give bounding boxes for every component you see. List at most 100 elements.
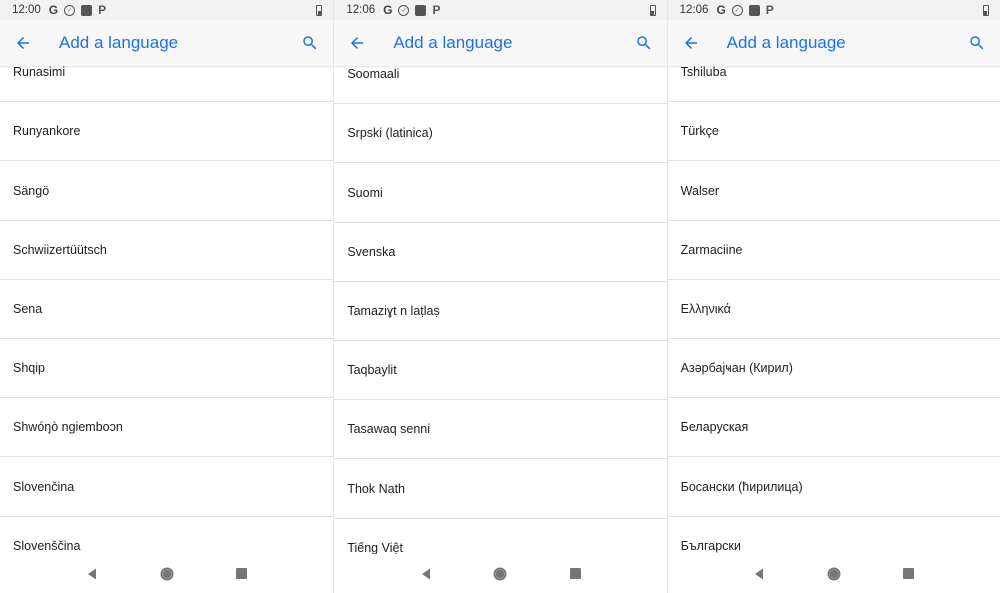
language-item[interactable]: Беларуская [667,398,1000,457]
language-item[interactable]: Taqbaylit [334,341,667,400]
language-item[interactable]: Ελληνικά [667,280,1000,339]
language-list: Tshiluba Türkçe Walser Zarmaciine Ελληνι… [667,43,1000,576]
back-arrow-icon [351,37,364,49]
language-item[interactable]: Srpski (latinica) [334,104,667,163]
recents-square-icon [569,568,581,579]
language-item[interactable]: Shqip [0,339,334,398]
language-label: Sena [13,302,43,316]
language-item[interactable]: Türkçe [667,102,1000,161]
language-item[interactable]: Азәрбајҹан (Кирил) [667,339,1000,398]
nav-recents-button[interactable] [560,559,590,589]
language-label: Tiếng Việt [347,541,403,555]
status-bar: 12:06 G ✓ P [334,0,667,20]
google-icon: G [48,3,59,17]
phone-screen-2: 12:06 G ✓ P Add a language Soomaali Srps… [333,0,667,593]
nav-recents-button[interactable] [894,559,924,589]
navigation-bar [334,554,667,593]
language-item[interactable]: Tasawaq senni [334,400,667,459]
language-item[interactable]: Svenska [334,223,667,282]
page-title: Add a language [59,33,179,52]
nav-home-button[interactable] [485,559,515,589]
language-item[interactable]: Shwóŋò ngiemboɔn [0,398,334,457]
google-icon: G [716,3,726,17]
language-item[interactable]: Thok Nath [334,459,667,519]
home-circle-icon [493,567,507,580]
back-button[interactable] [334,20,380,66]
app-bar: Add a language [667,20,1000,66]
back-button[interactable] [0,20,46,66]
p-icon: P [432,3,441,17]
language-label: Sängö [13,183,50,198]
back-arrow-icon [17,37,29,49]
language-label: Srpski (latinica) [347,126,433,140]
nav-back-button[interactable] [77,559,107,589]
back-triangle-icon [421,568,430,579]
app-bar: Add a language [334,20,667,66]
recents-square-icon [903,568,915,579]
square-icon [748,4,760,16]
language-label: Tamaziɣt n laṭlaṣ [347,304,440,318]
search-button[interactable] [293,20,327,66]
recents-square-icon [236,568,248,579]
phone-screen-1: 12:00 G ✓ P Add a language Runasimi Runy… [0,0,334,593]
language-item[interactable]: Sena [0,280,334,339]
search-button[interactable] [960,20,994,66]
search-icon [636,36,651,50]
search-button[interactable] [627,20,661,66]
language-label: Български [680,539,741,553]
language-label: Runasimi [13,65,66,79]
nav-back-button[interactable] [744,559,774,589]
language-label: Slovenščina [13,539,81,553]
p-icon: P [98,3,107,17]
nav-recents-button[interactable] [227,559,257,589]
language-label: Runyankore [13,124,81,138]
status-time: 12:00 [12,4,41,16]
language-label: Thok Nath [347,481,405,496]
language-item[interactable]: Tamaziɣt n laṭlaṣ [334,282,667,341]
google-icon: G [383,3,393,17]
back-arrow-icon [684,37,697,49]
language-label: Shwóŋò ngiemboɔn [13,420,123,434]
home-circle-icon [827,567,841,580]
language-item[interactable]: Suomi [334,163,667,223]
language-label: Türkçe [680,124,719,138]
status-bar: 12:06 G ✓ P [667,0,1000,20]
language-label: Азәрбајҹан (Кирил) [680,361,793,375]
square-icon [81,4,93,16]
language-list: Runasimi Runyankore Sängö Schwiizertüüts… [0,43,334,576]
language-label: Taqbaylit [347,363,397,377]
language-label: Zarmaciine [680,243,743,257]
back-triangle-icon [87,568,96,579]
language-item[interactable]: Walser [667,161,1000,221]
language-item[interactable]: Sängö [0,161,334,221]
p-icon: P [765,3,774,17]
square-icon [415,4,427,16]
language-list: Soomaali Srpski (latinica) Suomi Svenska… [334,45,667,578]
back-button[interactable] [668,20,714,66]
battery-icon [316,5,323,16]
home-circle-icon [160,567,174,580]
nav-back-button[interactable] [411,559,441,589]
language-label: Soomaali [347,67,400,81]
page-title: Add a language [393,33,513,52]
language-label: Svenska [347,245,396,259]
nav-home-button[interactable] [819,559,849,589]
language-item[interactable]: Slovenčina [0,457,334,517]
language-item[interactable]: Runyankore [0,102,334,161]
phone-screen-3: 12:06 G ✓ P Add a language Tshiluba Türk… [666,0,1000,593]
language-item[interactable]: Zarmaciine [667,221,1000,280]
nav-home-button[interactable] [152,559,182,589]
screens-container: 12:00 G ✓ P Add a language Runasimi Runy… [0,0,1000,593]
battery-icon [982,5,989,16]
status-time: 12:06 [679,4,709,16]
language-item[interactable]: Schwiizertüütsch [0,221,334,280]
language-item[interactable]: Босански (ћирилица) [667,457,1000,517]
language-label: Босански (ћирилица) [680,479,803,494]
language-label: Tasawaq senni [347,422,431,436]
circle-icon: ✓ [398,4,410,16]
status-time: 12:06 [346,4,376,16]
language-label: Shqip [13,361,45,375]
search-icon [303,36,317,50]
back-triangle-icon [755,568,764,579]
app-bar: Add a language [0,20,334,66]
